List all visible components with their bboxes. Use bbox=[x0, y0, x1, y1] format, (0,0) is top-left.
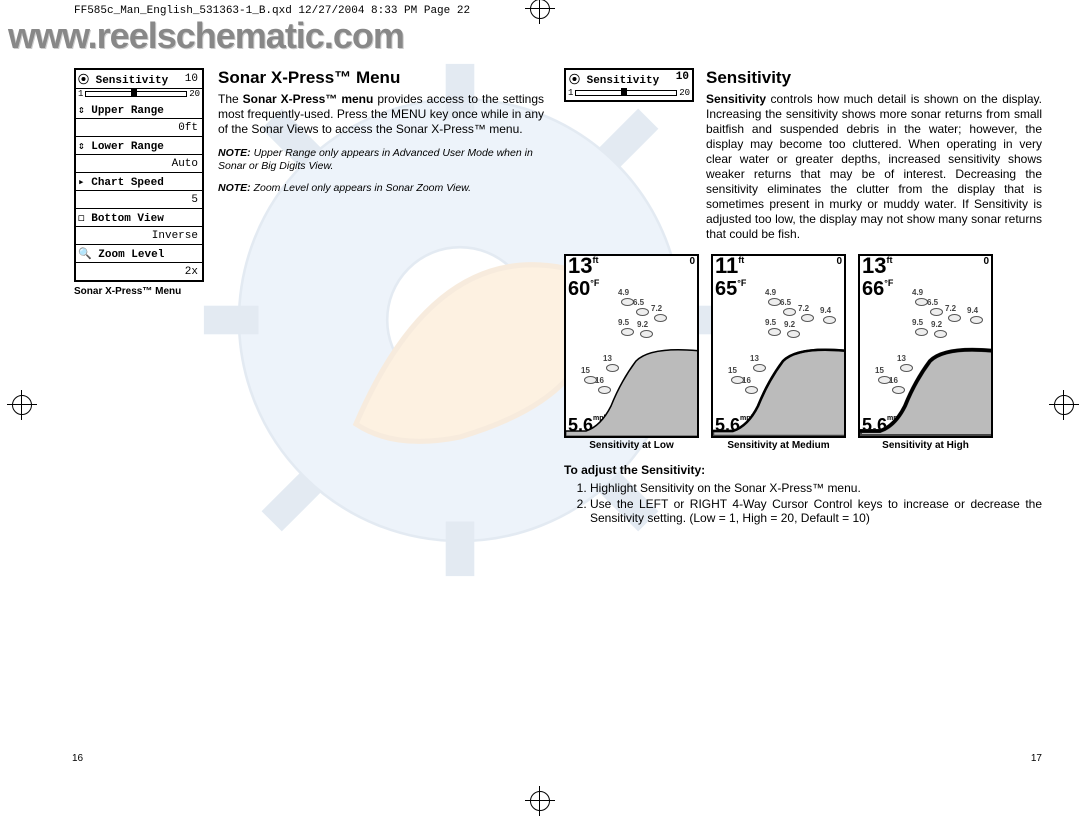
page-number-left: 16 bbox=[72, 753, 83, 764]
menu-row-zoom-level: 🔍 Zoom Level bbox=[76, 245, 202, 263]
sonar-screens-row: 13ft 60°F 5.6mph 0 20 4.96.57.29.59.2151… bbox=[564, 254, 1042, 451]
menu-row-sensitivity: ⦿ Sensitivity 10 bbox=[76, 70, 202, 89]
xpress-body: The Sonar X-Press™ menu provides access … bbox=[218, 92, 544, 137]
note-zoom-level: NOTE: Zoom Level only appears in Sonar Z… bbox=[218, 182, 544, 195]
section-title-sensitivity: Sensitivity bbox=[706, 68, 1042, 88]
registration-mark-icon bbox=[1054, 395, 1074, 415]
menu-row-chart-speed: ▸ Chart Speed bbox=[76, 173, 202, 191]
note-upper-range: NOTE: Upper Range only appears in Advanc… bbox=[218, 147, 544, 172]
sonar-screen: 13ft 66°F 5.6mph 0 20 4.96.57.29.59.29.4… bbox=[858, 254, 993, 451]
sonar-screen: 11ft 65°F 5.6mph 0 20 4.96.57.29.59.29.4… bbox=[711, 254, 846, 451]
watermark-url: www.reelschematic.com bbox=[0, 15, 404, 57]
instruction-step-2: Use the LEFT or RIGHT 4-Way Cursor Contr… bbox=[590, 497, 1042, 525]
menu-row-lower-range: ⇕ Lower Range bbox=[76, 137, 202, 155]
menu-caption: Sonar X-Press™ Menu bbox=[74, 286, 204, 297]
sonar-screen: 13ft 60°F 5.6mph 0 20 4.96.57.29.59.2151… bbox=[564, 254, 699, 451]
screen-caption: Sensitivity at High bbox=[858, 440, 993, 451]
sensitivity-slider: 1 20 bbox=[78, 90, 200, 98]
sensitivity-value-panel: ⦿ Sensitivity 10 1 20 bbox=[564, 68, 694, 102]
registration-mark-icon bbox=[12, 395, 32, 415]
instructions-block: To adjust the Sensitivity: Highlight Sen… bbox=[564, 463, 1042, 527]
page-number-right: 17 bbox=[1031, 753, 1042, 764]
menu-row-upper-range: ⇕ Upper Range bbox=[76, 101, 202, 119]
sonar-xpress-menu-panel: ⦿ Sensitivity 10 1 20 ⇕ Upper Range 0ft … bbox=[74, 68, 204, 282]
screen-caption: Sensitivity at Medium bbox=[711, 440, 846, 451]
sensitivity-slider-small: 1 20 bbox=[568, 89, 690, 97]
registration-mark-icon bbox=[530, 0, 550, 19]
registration-mark-icon bbox=[530, 791, 550, 811]
menu-row-bottom-view: ◻ Bottom View bbox=[76, 209, 202, 227]
screen-caption: Sensitivity at Low bbox=[564, 440, 699, 451]
instruction-step-1: Highlight Sensitivity on the Sonar X-Pre… bbox=[590, 481, 1042, 495]
sensitivity-body: Sensitivity controls how much detail is … bbox=[706, 92, 1042, 242]
section-title-xpress: Sonar X-Press™ Menu bbox=[218, 68, 544, 88]
instructions-title: To adjust the Sensitivity: bbox=[564, 463, 1042, 477]
